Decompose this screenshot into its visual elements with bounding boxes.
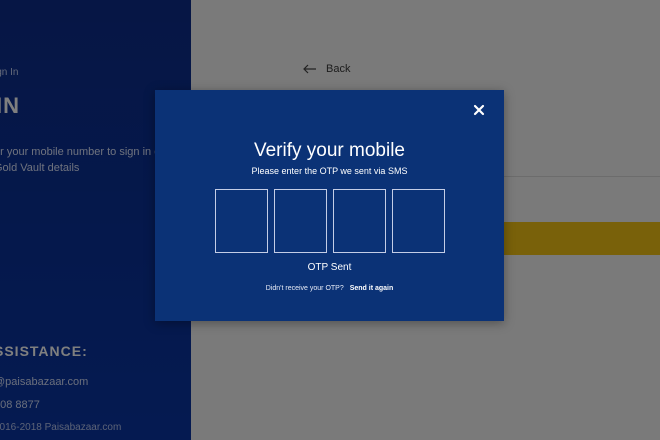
otp-digit-3[interactable] — [333, 189, 386, 253]
resend-otp-link[interactable]: Send it again — [350, 285, 394, 292]
resend-prompt: Didn't receive your OTP? — [265, 285, 344, 292]
otp-input-group — [215, 189, 445, 253]
verify-mobile-modal: Verify your mobile Please enter the OTP … — [155, 90, 504, 321]
modal-title: Verify your mobile — [253, 140, 405, 161]
otp-digit-4[interactable] — [392, 189, 445, 253]
otp-digit-2[interactable] — [274, 189, 327, 253]
close-icon[interactable] — [472, 103, 486, 117]
otp-digit-1[interactable] — [215, 189, 268, 253]
resend-row: Didn't receive your OTP? Send it again — [155, 285, 504, 292]
otp-status: OTP Sent — [307, 262, 352, 273]
modal-subtitle: Please enter the OTP we sent via SMS — [251, 166, 408, 176]
